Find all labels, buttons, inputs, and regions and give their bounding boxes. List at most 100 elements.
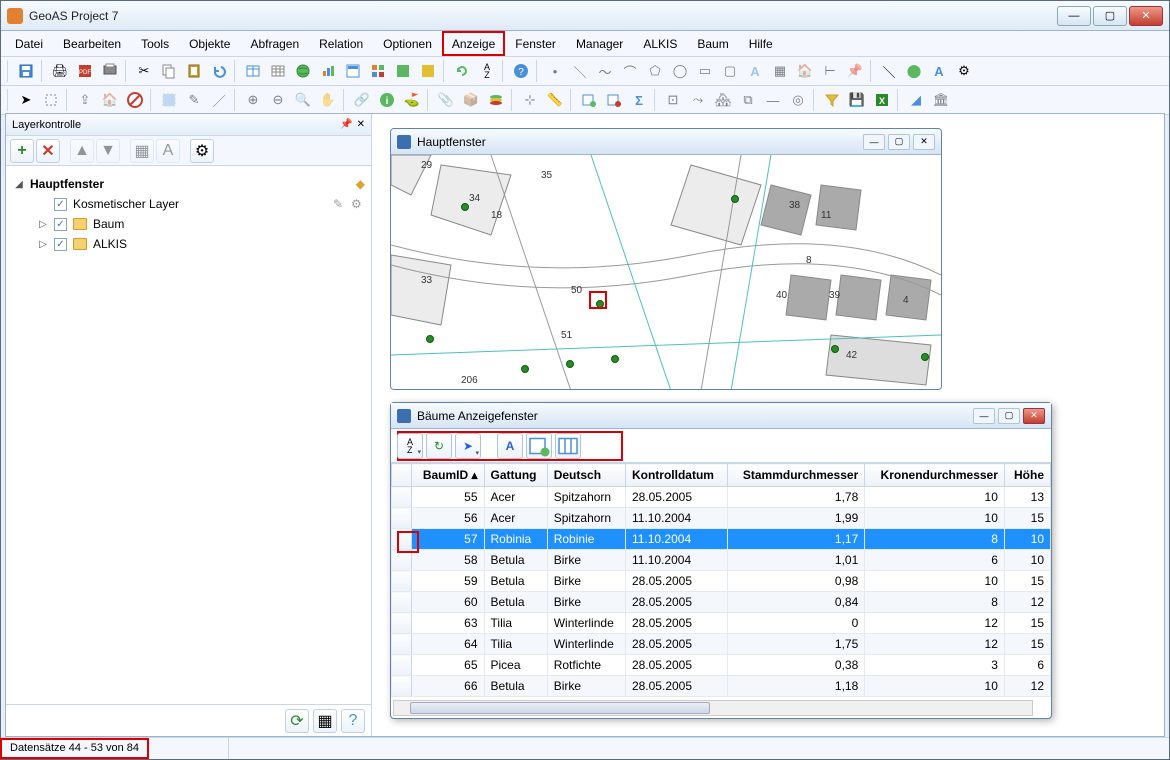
info-icon[interactable]: i	[375, 88, 399, 112]
sum-icon[interactable]: Σ	[627, 88, 651, 112]
cell[interactable]: 28.05.2005	[625, 613, 727, 634]
cell[interactable]: 28.05.2005	[625, 655, 727, 676]
cell[interactable]: 12	[1004, 592, 1050, 613]
expand-icon[interactable]: ▷	[38, 219, 48, 230]
table-row[interactable]: 56AcerSpitzahorn11.10.20041,991015	[392, 508, 1051, 529]
cell[interactable]: 15	[1004, 634, 1050, 655]
column-header[interactable]: Höhe	[1004, 464, 1050, 487]
cell[interactable]: 66	[412, 676, 485, 697]
attach-icon[interactable]: 📎	[434, 88, 458, 112]
cell[interactable]: 0,84	[727, 592, 865, 613]
cell[interactable]: 1,75	[727, 634, 865, 655]
map-maximize-button[interactable]: ▢	[888, 134, 910, 150]
row-header-col[interactable]	[392, 464, 412, 487]
collapse-icon[interactable]: ◢	[14, 179, 24, 190]
building-model-icon[interactable]: 🏛	[929, 88, 953, 112]
cell[interactable]: 58	[412, 550, 485, 571]
cell[interactable]: 1,99	[727, 508, 865, 529]
copy-icon[interactable]	[157, 59, 181, 83]
data-grid[interactable]: BaumID ▴GattungDeutschKontrolldatumStamm…	[391, 463, 1051, 698]
horizontal-scrollbar[interactable]	[393, 700, 1033, 716]
add-column-button[interactable]	[526, 433, 552, 459]
row-header[interactable]	[392, 655, 412, 676]
trace-icon[interactable]: ⤳	[686, 88, 710, 112]
cut-icon[interactable]: ✂	[132, 59, 156, 83]
layer-options-button[interactable]: ▦	[313, 709, 337, 733]
menu-anzeige[interactable]: Anzeige	[442, 31, 505, 56]
ruler-icon[interactable]: 📏	[543, 88, 567, 112]
select-rect-icon[interactable]	[39, 88, 63, 112]
map-canvas[interactable]: 29 35 34 18 38 11 33 8 50 40 39 4 51 42 …	[391, 155, 941, 389]
pin-icon[interactable]: 📌	[340, 119, 352, 130]
cell[interactable]: 6	[1004, 655, 1050, 676]
draw-frame-icon[interactable]: ▦	[768, 59, 792, 83]
menu-bearbeiten[interactable]: Bearbeiten	[53, 31, 131, 56]
cell[interactable]: Tilia	[484, 634, 547, 655]
cell[interactable]: Betula	[484, 592, 547, 613]
draw-rect-icon[interactable]: ▭	[693, 59, 717, 83]
cell[interactable]: 11.10.2004	[625, 550, 727, 571]
menu-optionen[interactable]: Optionen	[373, 31, 442, 56]
cell[interactable]: 10	[865, 571, 1005, 592]
undo-icon[interactable]	[207, 59, 231, 83]
refresh-data-button[interactable]: ↻	[426, 433, 452, 459]
coords-icon[interactable]: ⊹	[518, 88, 542, 112]
layer-checkbox[interactable]: ✓	[54, 198, 67, 211]
table-row[interactable]: 57RobiniaRobinie11.10.20041,17810	[392, 529, 1051, 550]
menu-tools[interactable]: Tools	[131, 31, 179, 56]
layer-label-button[interactable]: A	[156, 139, 180, 163]
excel-icon[interactable]: X	[870, 88, 894, 112]
layer-item[interactable]: ✓Kosmetischer Layer✎⚙	[10, 194, 367, 214]
cell[interactable]: 64	[412, 634, 485, 655]
globe-icon[interactable]	[291, 59, 315, 83]
menu-manager[interactable]: Manager	[566, 31, 633, 56]
zoom-out-icon[interactable]: ⊖	[266, 88, 290, 112]
building-tool-icon[interactable]: 🏘	[711, 88, 735, 112]
paste-icon[interactable]	[182, 59, 206, 83]
layout-icon[interactable]	[366, 59, 390, 83]
layers-yellow-icon[interactable]	[416, 59, 440, 83]
home-icon[interactable]: 🏠	[98, 88, 122, 112]
layer-help-button[interactable]: ?	[341, 709, 365, 733]
cell[interactable]: Winterlinde	[547, 634, 625, 655]
font-button[interactable]: A	[497, 433, 523, 459]
cell[interactable]: 13	[1004, 487, 1050, 508]
package-icon[interactable]: 📦	[459, 88, 483, 112]
zoom-in-icon[interactable]: ⊕	[241, 88, 265, 112]
tree-root-label[interactable]: Hauptfenster	[30, 177, 104, 191]
cell[interactable]: 11.10.2004	[625, 508, 727, 529]
pin-icon[interactable]: 📌	[843, 59, 867, 83]
maximize-button[interactable]: ▢	[1093, 6, 1127, 26]
table-row[interactable]: 55AcerSpitzahorn28.05.20051,781013	[392, 487, 1051, 508]
help-icon[interactable]: ?	[509, 59, 533, 83]
cell[interactable]: 63	[412, 613, 485, 634]
table-row[interactable]: 58BetulaBirke11.10.20041,01610	[392, 550, 1051, 571]
menu-baum[interactable]: Baum	[687, 31, 738, 56]
move-up-button[interactable]: ▲	[70, 139, 94, 163]
print-icon[interactable]: 🖨	[48, 59, 72, 83]
no-entry-icon[interactable]	[123, 88, 147, 112]
pdf-icon[interactable]: PDF	[73, 59, 97, 83]
cell[interactable]: Robinie	[547, 529, 625, 550]
table-row[interactable]: 63TiliaWinterlinde28.05.200501215	[392, 613, 1051, 634]
cell[interactable]: Acer	[484, 487, 547, 508]
refresh-layers-button[interactable]: ⟳	[285, 709, 309, 733]
draw-building-icon[interactable]: 🏠	[793, 59, 817, 83]
cell[interactable]: Acer	[484, 508, 547, 529]
cell[interactable]: Birke	[547, 571, 625, 592]
cell[interactable]: 28.05.2005	[625, 634, 727, 655]
map-close-button[interactable]: ✕	[913, 134, 935, 150]
edit-icon[interactable]: ✎	[333, 197, 347, 211]
column-header[interactable]: Kontrolldatum	[625, 464, 727, 487]
row-header[interactable]	[392, 487, 412, 508]
row-header[interactable]	[392, 634, 412, 655]
table-row[interactable]: 65PiceaRotfichte28.05.20050,3836	[392, 655, 1051, 676]
pan-icon[interactable]: ✋	[316, 88, 340, 112]
zoom-scale-icon[interactable]: 🔍	[291, 88, 315, 112]
cell[interactable]: 10	[1004, 550, 1050, 571]
cell[interactable]: 65	[412, 655, 485, 676]
cell[interactable]: 57	[412, 529, 485, 550]
sort-az-icon[interactable]: AZ	[475, 59, 499, 83]
row-header[interactable]	[392, 592, 412, 613]
cell[interactable]: Spitzahorn	[547, 508, 625, 529]
